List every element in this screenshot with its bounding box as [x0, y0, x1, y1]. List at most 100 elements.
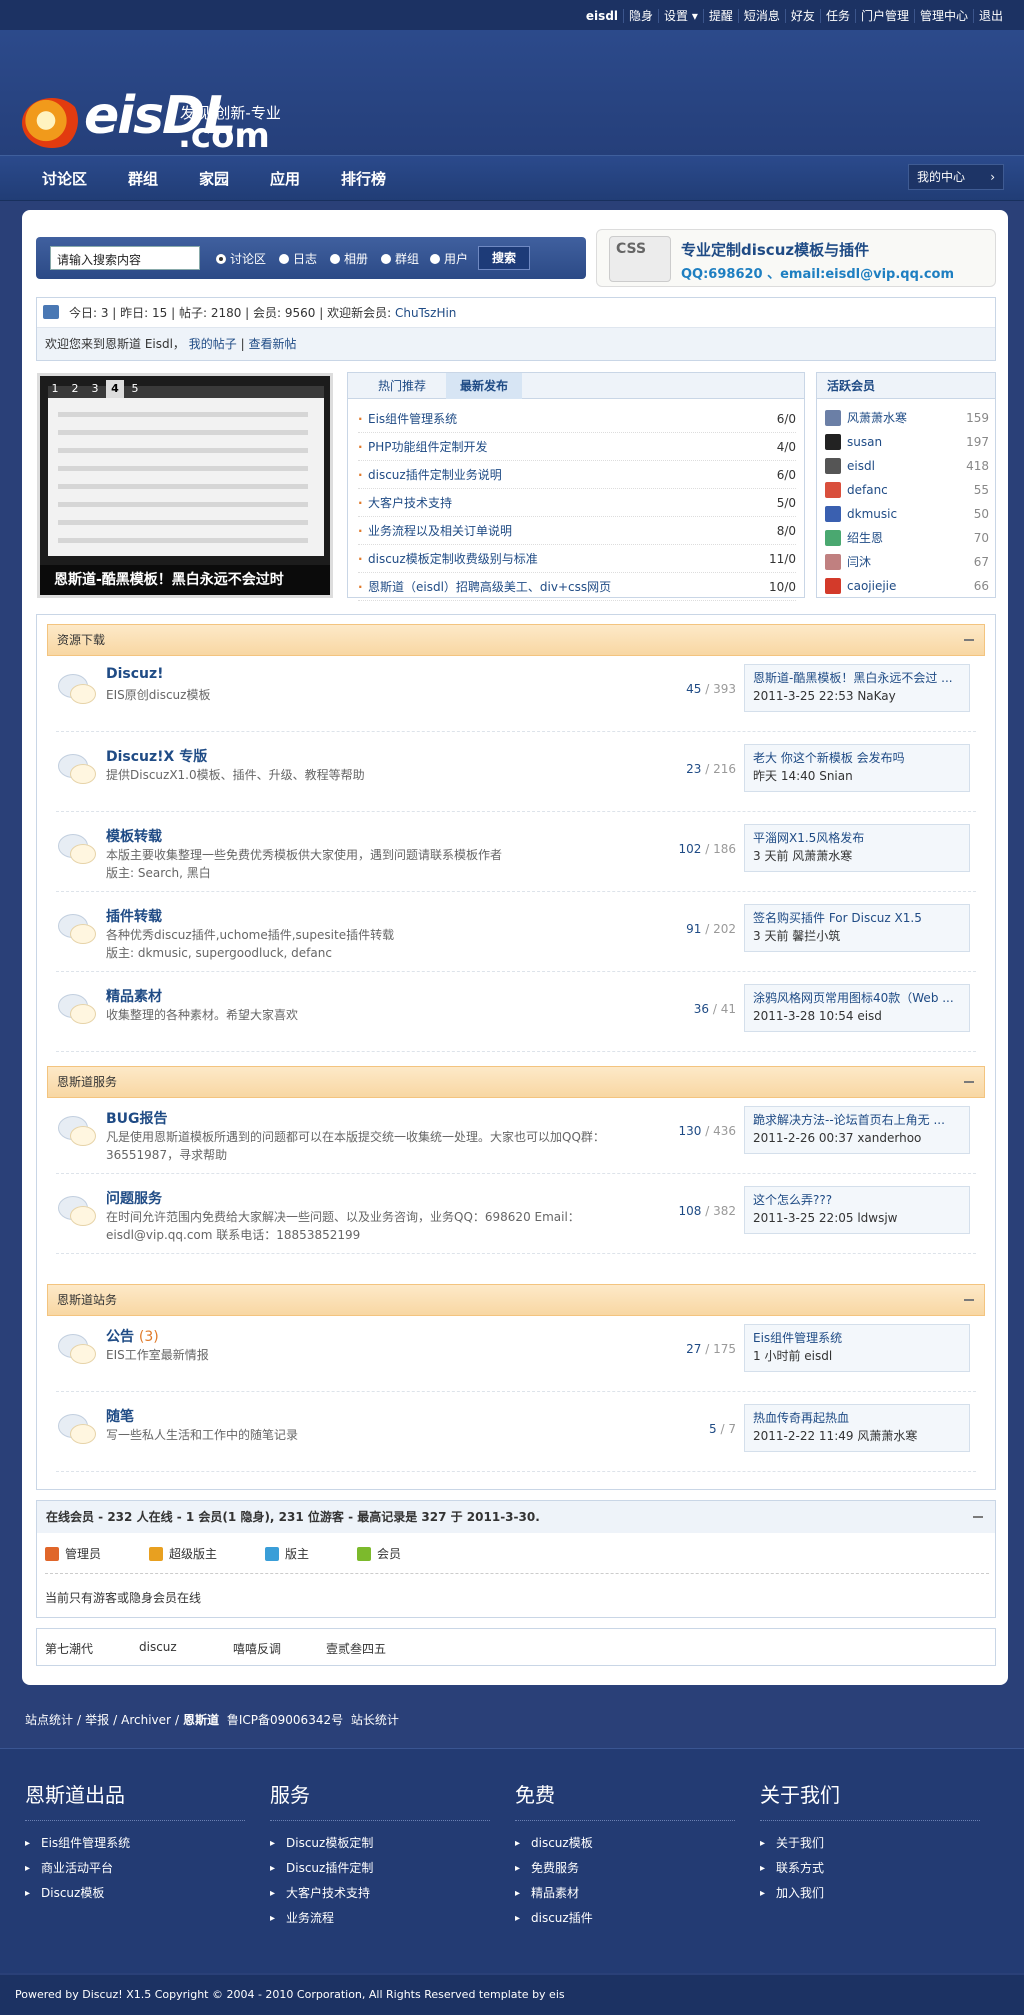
last-post-link[interactable]: 老大 你这个新模板 会发布吗	[753, 751, 905, 765]
top-link-tasks[interactable]: 任务	[819, 9, 855, 23]
collapse-icon[interactable]	[973, 1516, 983, 1518]
avatar[interactable]	[825, 578, 841, 594]
friend-link[interactable]: 第七潮代	[45, 1640, 93, 1657]
last-post-link[interactable]: 签名购买插件 For Discuz X1.5	[753, 911, 922, 925]
footer-link[interactable]: Discuz模板	[25, 1881, 245, 1906]
footer-link[interactable]: 大客户技术支持	[270, 1881, 490, 1906]
footer-link-site[interactable]: 恩斯道	[183, 1713, 219, 1727]
footer-link-report[interactable]: 举报	[85, 1713, 109, 1727]
footer-icp[interactable]: 鲁ICP备09006342号	[227, 1713, 343, 1727]
last-post-link[interactable]: 平淄网X1.5风格发布	[753, 831, 864, 845]
member-name[interactable]: 风萧萧水寒	[847, 407, 907, 429]
nav-item-home[interactable]: 家园	[199, 168, 229, 189]
collapse-icon[interactable]	[964, 1081, 974, 1083]
footer-link[interactable]: Discuz插件定制	[270, 1856, 490, 1881]
hot-post-item[interactable]: 大客户技术支持 5/0	[358, 489, 796, 517]
footer-link[interactable]: 商业活动平台	[25, 1856, 245, 1881]
avatar[interactable]	[825, 434, 841, 450]
last-post-link[interactable]: 跪求解决方法--论坛首页右上角无 ...	[753, 1113, 945, 1127]
footer-link[interactable]: discuz插件	[515, 1906, 735, 1931]
slide-caption[interactable]: 恩斯道-酷黑模板！黑白永远不会过时	[40, 565, 330, 595]
site-logo[interactable]: eisDL 发现-创新-专业 .com	[22, 64, 292, 156]
footer-link[interactable]: 关于我们	[760, 1831, 980, 1856]
top-link-friends[interactable]: 好友	[784, 9, 820, 23]
top-link-invisible[interactable]: 隐身	[623, 9, 659, 23]
footer-link[interactable]: 业务流程	[270, 1906, 490, 1931]
friend-link[interactable]: 壹贰叁四五	[326, 1640, 386, 1657]
footer-link[interactable]: discuz模板	[515, 1831, 735, 1856]
forum-name-link[interactable]: 随笔	[106, 1409, 134, 1425]
forum-name-link[interactable]: Discuz!	[106, 666, 164, 682]
collapse-icon[interactable]	[964, 1299, 974, 1301]
search-option-blog[interactable]: 日志	[279, 250, 317, 267]
avatar[interactable]	[825, 554, 841, 570]
hot-post-item[interactable]: 恩斯道（eisdl）招聘高级美工、div+css网页 10/0	[358, 573, 796, 601]
footer-link[interactable]: Discuz模板定制	[270, 1831, 490, 1856]
last-post-link[interactable]: 恩斯道-酷黑模板！黑白永远不会过 ...	[753, 671, 953, 685]
hot-post-title[interactable]: 大客户技术支持	[368, 496, 452, 510]
active-member-item[interactable]: susan 197	[825, 431, 989, 453]
top-link-pm[interactable]: 短消息	[737, 9, 785, 23]
member-name[interactable]: dkmusic	[847, 503, 897, 525]
last-post-link[interactable]: 涂鸦风格网页常用图标40款（Web ...	[753, 991, 954, 1005]
avatar[interactable]	[825, 530, 841, 546]
last-post-link[interactable]: Eis组件管理系统	[753, 1331, 842, 1345]
member-name[interactable]: 闫沐	[847, 551, 871, 573]
hot-post-title[interactable]: Eis组件管理系统	[368, 412, 457, 426]
active-member-item[interactable]: caojiejie 66	[825, 575, 989, 597]
forum-name-link[interactable]: BUG报告	[106, 1111, 168, 1127]
forum-name-link[interactable]: 公告	[106, 1329, 134, 1345]
new-member-link[interactable]: ChuTszHin	[395, 306, 456, 320]
hot-post-item[interactable]: discuz模板定制收费级别与标准 11/0	[358, 545, 796, 573]
member-name[interactable]: 绍生恩	[847, 527, 883, 549]
slide-page-button[interactable]: 5	[126, 380, 144, 398]
hot-post-title[interactable]: PHP功能组件定制开发	[368, 440, 488, 454]
hot-post-title[interactable]: discuz模板定制收费级别与标准	[368, 552, 538, 566]
top-link-admin[interactable]: 管理中心	[913, 9, 973, 23]
search-option-album[interactable]: 相册	[330, 250, 368, 267]
last-post-link[interactable]: 热血传奇再起热血	[753, 1411, 849, 1425]
footer-link-stats[interactable]: 站点统计	[25, 1713, 73, 1727]
hot-post-item[interactable]: PHP功能组件定制开发 4/0	[358, 433, 796, 461]
footer-link-archiver[interactable]: Archiver	[121, 1713, 171, 1727]
footer-link[interactable]: 联系方式	[760, 1856, 980, 1881]
my-center-button[interactable]: 我的中心 ›	[908, 164, 1004, 190]
active-member-item[interactable]: 风萧萧水寒 159	[825, 407, 989, 429]
nav-item-ranking[interactable]: 排行榜	[341, 168, 386, 189]
hot-post-item[interactable]: Eis组件管理系统 6/0	[358, 405, 796, 433]
custom-service-ad[interactable]: CSS 专业定制discuz模板与插件 QQ:698620 、email:eis…	[596, 229, 996, 287]
slide-page-button[interactable]: 4	[106, 380, 124, 398]
avatar[interactable]	[825, 410, 841, 426]
forum-name-link[interactable]: 问题服务	[106, 1191, 162, 1207]
last-post-link[interactable]: 这个怎么弄???	[753, 1193, 832, 1207]
forum-name-link[interactable]: 精品素材	[106, 989, 162, 1005]
member-name[interactable]: defanc	[847, 479, 888, 501]
hot-post-item[interactable]: discuz插件定制业务说明 6/0	[358, 461, 796, 489]
slide-page-button[interactable]: 1	[46, 380, 64, 398]
forum-name-link[interactable]: Discuz!X 专版	[106, 749, 207, 765]
slide-page-button[interactable]: 2	[66, 380, 84, 398]
active-member-item[interactable]: eisdl 418	[825, 455, 989, 477]
footer-link-webmaster-stats[interactable]: 站长统计	[351, 1713, 399, 1727]
hot-post-item[interactable]: 业务流程以及相关订单说明 8/0	[358, 517, 796, 545]
footer-link[interactable]: 加入我们	[760, 1881, 980, 1906]
collapse-icon[interactable]	[964, 639, 974, 641]
hot-post-title[interactable]: 业务流程以及相关订单说明	[368, 524, 512, 538]
top-link-logout[interactable]: 退出	[972, 9, 1008, 23]
top-link-notice[interactable]: 提醒	[702, 9, 738, 23]
slideshow[interactable]: 12345 恩斯道-酷黑模板！黑白永远不会过时	[37, 373, 333, 598]
active-member-item[interactable]: 绍生恩 70	[825, 527, 989, 549]
footer-link[interactable]: 精品素材	[515, 1881, 735, 1906]
member-name[interactable]: susan	[847, 431, 882, 453]
top-link-portal[interactable]: 门户管理	[854, 9, 914, 23]
active-member-item[interactable]: defanc 55	[825, 479, 989, 501]
hot-post-title[interactable]: 恩斯道（eisdl）招聘高级美工、div+css网页	[368, 580, 611, 594]
forum-name-link[interactable]: 模板转载	[106, 829, 162, 845]
footer-link[interactable]: Eis组件管理系统	[25, 1831, 245, 1856]
forum-name-link[interactable]: 插件转载	[106, 909, 162, 925]
nav-item-forum[interactable]: 讨论区	[42, 168, 87, 189]
friend-link[interactable]: discuz	[139, 1640, 177, 1654]
avatar[interactable]	[825, 482, 841, 498]
hot-post-title[interactable]: discuz插件定制业务说明	[368, 468, 502, 482]
nav-item-groups[interactable]: 群组	[128, 168, 158, 189]
